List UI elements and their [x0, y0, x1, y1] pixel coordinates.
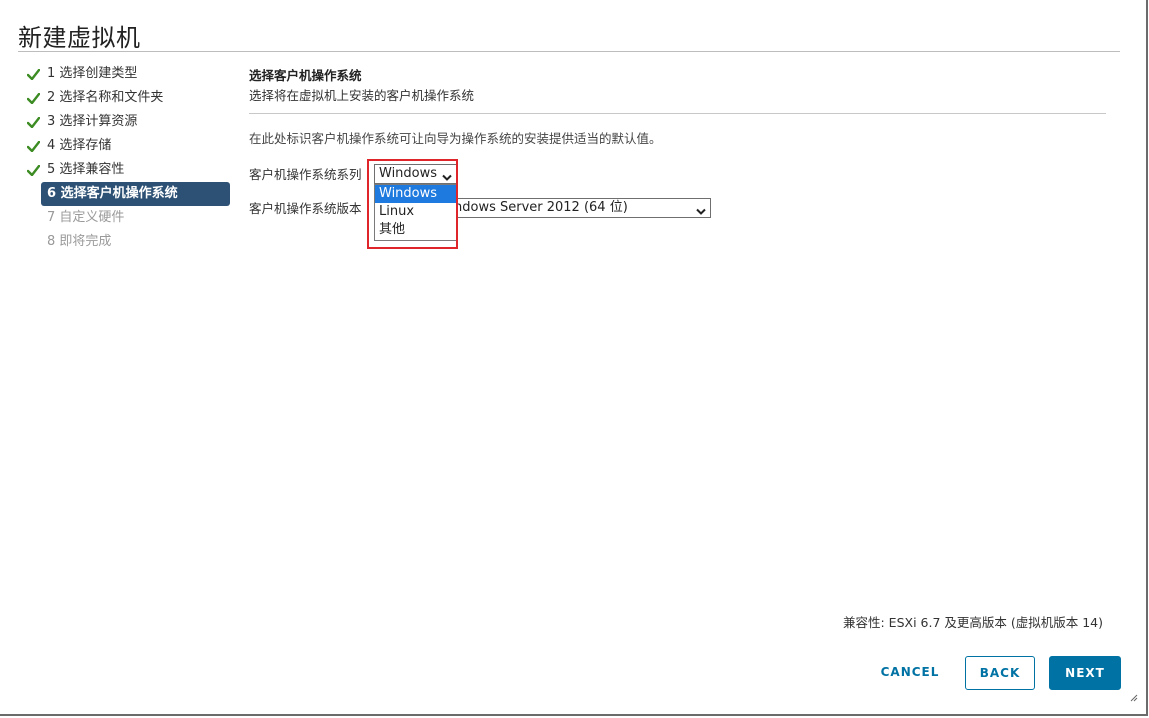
- option-windows[interactable]: Windows: [375, 185, 456, 203]
- os-family-value: Windows: [379, 166, 438, 181]
- step-2[interactable]: 2 选择名称和文件夹: [24, 86, 230, 110]
- os-family-select[interactable]: Windows: [374, 164, 457, 184]
- os-version-label: 客户机操作系统版本: [249, 201, 362, 216]
- step-3[interactable]: 3 选择计算资源: [24, 110, 230, 134]
- step-6-active[interactable]: 6 选择客户机操作系统: [41, 182, 230, 206]
- step-1[interactable]: 1 选择创建类型: [24, 62, 230, 86]
- os-family-label: 客户机操作系统系列: [249, 167, 362, 182]
- step-label: 1 选择创建类型: [47, 66, 138, 81]
- step-5[interactable]: 5 选择兼容性: [24, 158, 230, 182]
- option-linux[interactable]: Linux: [375, 203, 456, 221]
- checkmark-icon: [26, 110, 40, 134]
- os-version-select[interactable]: ndows Server 2012 (64 位): [438, 198, 711, 218]
- section-divider: [249, 113, 1106, 114]
- step-label: 3 选择计算资源: [47, 114, 138, 129]
- wizard-steps: 1 选择创建类型 2 选择名称和文件夹 3 选择计算资源 4 选择存储 5 选择…: [24, 62, 230, 254]
- wizard-dialog: 新建虚拟机 1 选择创建类型 2 选择名称和文件夹 3 选择计算资源 4 选择存…: [0, 0, 1148, 716]
- step-label: 4 选择存储: [47, 138, 112, 153]
- cancel-button[interactable]: CANCEL: [874, 656, 946, 690]
- option-other[interactable]: 其他: [375, 221, 456, 239]
- compatibility-text: 兼容性: ESXi 6.7 及更高版本 (虚拟机版本 14): [843, 615, 1103, 630]
- step-label: 8 即将完成: [47, 234, 112, 249]
- section-description: 在此处标识客户机操作系统可让向导为操作系统的安装提供适当的默认值。: [249, 131, 662, 146]
- checkmark-icon: [26, 134, 40, 158]
- section-subtitle: 选择将在虚拟机上安装的客户机操作系统: [249, 88, 475, 103]
- title-divider: [18, 51, 1120, 52]
- next-button[interactable]: NEXT: [1049, 656, 1121, 690]
- checkmark-icon: [26, 62, 40, 86]
- step-label: 6 选择客户机操作系统: [47, 186, 178, 201]
- step-7: 7 自定义硬件: [24, 206, 230, 230]
- os-family-dropdown-list: Windows Linux 其他: [374, 184, 457, 241]
- step-label: 7 自定义硬件: [47, 210, 125, 225]
- back-button[interactable]: BACK: [965, 656, 1035, 690]
- checkmark-icon: [26, 158, 40, 182]
- os-version-value: ndows Server 2012 (64 位): [454, 200, 628, 215]
- main-panel: 选择客户机操作系统 选择将在虚拟机上安装的客户机操作系统 在此处标识客户机操作系…: [249, 66, 1106, 146]
- chevron-down-icon: [696, 204, 706, 222]
- section-title: 选择客户机操作系统: [249, 68, 362, 83]
- step-8: 8 即将完成: [24, 230, 230, 254]
- step-4[interactable]: 4 选择存储: [24, 134, 230, 158]
- dialog-title: 新建虚拟机: [18, 24, 141, 52]
- step-label: 2 选择名称和文件夹: [47, 90, 164, 105]
- checkmark-icon: [26, 86, 40, 110]
- resize-grip-icon[interactable]: [1130, 687, 1138, 706]
- step-label: 5 选择兼容性: [47, 162, 125, 177]
